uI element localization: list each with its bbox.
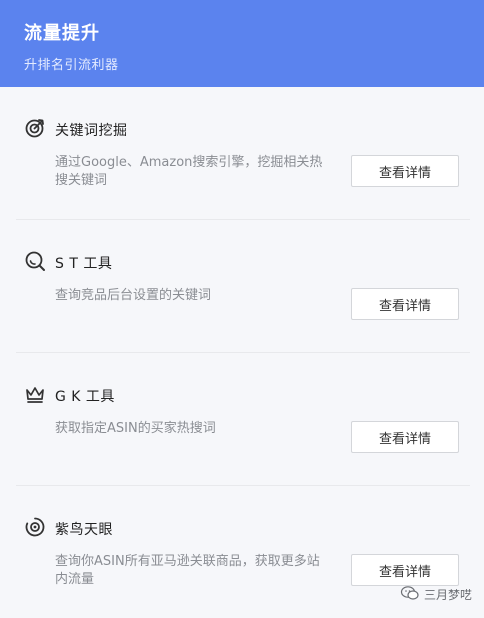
tool-card-keyword-mining: 关键词挖掘 通过Google、Amazon搜索引擎，挖掘相关热搜关键词 查看详情	[0, 87, 484, 220]
tool-description: 查询你ASIN所有亚马逊关联商品，获取更多站内流量	[55, 554, 320, 587]
crown-icon	[24, 383, 46, 405]
tool-card-st-tool: S T 工具 查询竞品后台设置的关键词 查看详情	[0, 220, 484, 353]
view-details-button[interactable]: 查看详情	[351, 288, 459, 320]
panel-title: 流量提升	[24, 23, 100, 44]
search-icon	[24, 250, 46, 272]
tool-description: 获取指定ASIN的买家热搜词	[55, 421, 216, 436]
tool-card-gk-tool: G K 工具 获取指定ASIN的买家热搜词 查看详情	[0, 353, 484, 486]
watermark: 三月梦呓	[400, 585, 472, 604]
tool-title: 关键词挖掘	[55, 123, 128, 139]
tool-title: 紫鸟天眼	[55, 522, 113, 538]
panel-subtitle: 升排名引流利器	[24, 58, 119, 73]
tool-title: S T 工具	[55, 256, 113, 272]
wechat-icon	[400, 585, 420, 604]
eye-icon	[24, 516, 46, 538]
tool-title: G K 工具	[55, 389, 115, 405]
traffic-boost-panel: 流量提升 升排名引流利器 关键词挖掘 通过Google、Amazon搜索引擎，挖…	[0, 0, 484, 618]
view-details-button[interactable]: 查看详情	[351, 421, 459, 453]
watermark-text: 三月梦呓	[423, 588, 472, 602]
view-details-button[interactable]: 查看详情	[351, 554, 459, 586]
panel-header: 流量提升 升排名引流利器	[0, 0, 484, 87]
tool-description: 通过Google、Amazon搜索引擎，挖掘相关热搜关键词	[55, 155, 323, 188]
target-icon	[24, 117, 46, 139]
tool-description: 查询竞品后台设置的关键词	[55, 288, 212, 303]
view-details-button[interactable]: 查看详情	[351, 155, 459, 187]
